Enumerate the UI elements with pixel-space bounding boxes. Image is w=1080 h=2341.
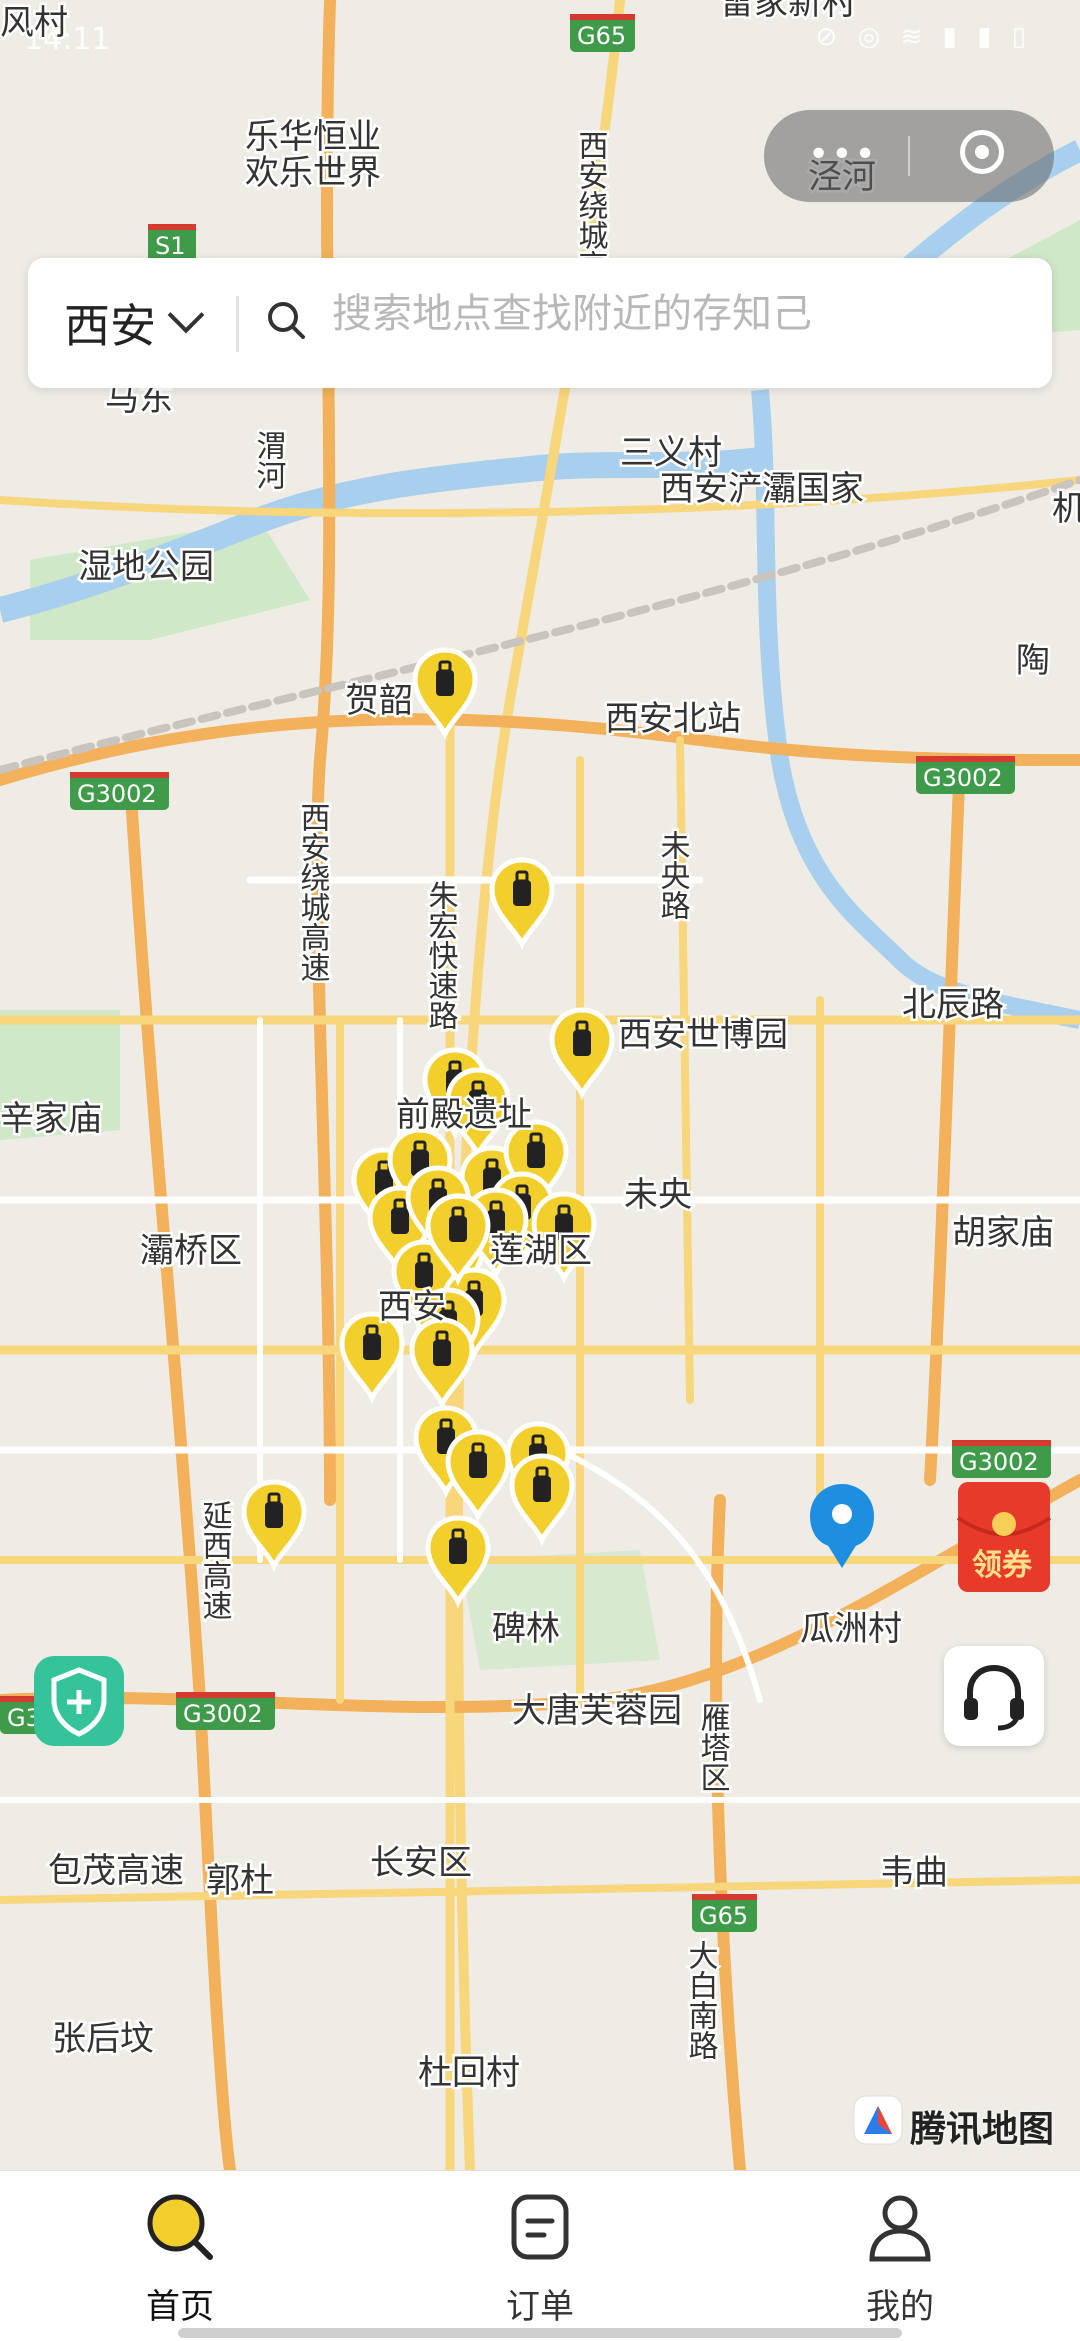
map-label: 西安绕城高速 <box>295 802 330 982</box>
map-label: 湿地公园 <box>78 547 214 587</box>
map-label: 包茂高速 <box>48 1851 184 1891</box>
chevron-down-icon[interactable] <box>167 296 205 334</box>
search-icon <box>147 2194 213 2260</box>
headset-icon <box>964 1664 1024 1731</box>
map-label: 韦曲 <box>880 1853 948 1893</box>
map-label: 郭杜 <box>206 1861 274 1901</box>
search-bar[interactable]: 西安 <box>28 258 1052 388</box>
map-label: 未央 <box>624 1175 692 1215</box>
map-label: 大唐芙蓉园 <box>512 1691 682 1731</box>
tab-profile[interactable]: 我的 <box>800 2187 1000 2328</box>
search-divider <box>236 296 239 352</box>
user-icon <box>869 2195 931 2262</box>
tab-profile-label: 我的 <box>866 2287 934 2327</box>
map-label: 灞桥区 <box>140 1231 242 1271</box>
search-icon <box>268 302 305 339</box>
map-label: 机场专用高速 <box>1052 489 1080 529</box>
map-label: 欢乐世界 <box>245 153 381 193</box>
svg-text:G3002: G3002 <box>183 1700 263 1728</box>
map-label: 辛家庙 <box>0 1099 102 1139</box>
home-indicator <box>178 2328 902 2338</box>
map-label: 前殿遗址 <box>396 1095 532 1135</box>
highway-shield: S1 <box>148 224 196 262</box>
coupon-red-packet[interactable]: 领券 <box>952 1478 1056 1596</box>
map-label: 西安世博园 <box>618 1015 788 1055</box>
highway-shield: G3002 <box>916 756 1015 794</box>
map-label: 雁塔区 <box>695 1702 730 1792</box>
map-label: 西安北站 <box>605 699 741 739</box>
map-label: 朱宏快速路 <box>423 880 459 1030</box>
close-mini-program-icon[interactable] <box>960 130 1004 174</box>
svg-text:G65: G65 <box>699 1902 748 1930</box>
tencent-map-icon <box>853 2095 903 2145</box>
map-label: 未央路 <box>655 830 690 920</box>
map-label: 乐华恒业 <box>245 117 381 157</box>
map-attribution: 腾讯地图 <box>910 2109 1055 2150</box>
highway-shield: G3002 <box>176 1692 275 1730</box>
customer-service-button[interactable] <box>944 1646 1044 1746</box>
svg-text:G3002: G3002 <box>959 1448 1039 1476</box>
search-input[interactable] <box>330 290 1024 338</box>
map-label: 陶 <box>1016 641 1050 681</box>
map-label: 长安区 <box>370 1843 472 1883</box>
highway-shield: G3002 <box>952 1440 1051 1478</box>
svg-text:G3002: G3002 <box>923 764 1003 792</box>
tencent-map-logo: 腾讯地图 <box>852 2094 1054 2150</box>
map-label: 贺韶 <box>345 681 413 721</box>
more-icon[interactable]: ••• <box>808 134 878 175</box>
status-bar: 14:11 ⊘ ◎ ≋ ▮ ▮ ▯ <box>24 14 1056 74</box>
status-time: 14:11 <box>24 22 111 57</box>
tab-home[interactable]: 首页 <box>80 2187 280 2328</box>
map-label: 三义村 <box>620 433 722 473</box>
map-label: 渭河 <box>251 430 287 490</box>
status-indicators: ⊘ ◎ ≋ ▮ ▮ ▯ <box>815 22 1032 52</box>
map-label: 延西高速 <box>197 1500 233 1620</box>
svg-text:S1: S1 <box>155 232 186 260</box>
tab-orders-label: 订单 <box>506 2287 574 2327</box>
map-label: 北辰路 <box>902 985 1004 1025</box>
shield-icon <box>51 1667 107 1737</box>
map-label: 瓜洲村 <box>800 1609 902 1649</box>
map-label: 西安 <box>378 1287 446 1327</box>
mini-program-capsule[interactable]: ••• <box>764 110 1054 202</box>
map-label: 胡家庙 <box>952 1213 1054 1253</box>
order-icon <box>511 2194 569 2260</box>
svg-text:G3002: G3002 <box>77 780 157 808</box>
map-label: 张后坟 <box>52 2019 154 2059</box>
map-label: 杜回村 <box>418 2053 520 2093</box>
map-label: 大白南路 <box>683 1940 718 2060</box>
safety-shield-button[interactable] <box>34 1656 124 1746</box>
capsule-divider <box>908 136 910 176</box>
map-label: 西安浐灞国家 <box>660 469 864 509</box>
city-selector[interactable]: 西安 <box>64 290 156 356</box>
coupon-label: 领券 <box>972 1548 1032 1583</box>
map-label: 莲湖区 <box>490 1231 592 1271</box>
bottom-tab-bar: 首页 订单 我的 <box>0 2170 1080 2341</box>
highway-shield: G65 <box>692 1894 757 1932</box>
tab-orders[interactable]: 订单 <box>440 2187 640 2328</box>
map-label: 碑林 <box>492 1609 560 1649</box>
tab-home-label: 首页 <box>146 2287 214 2327</box>
highway-shield: G3002 <box>70 772 169 810</box>
